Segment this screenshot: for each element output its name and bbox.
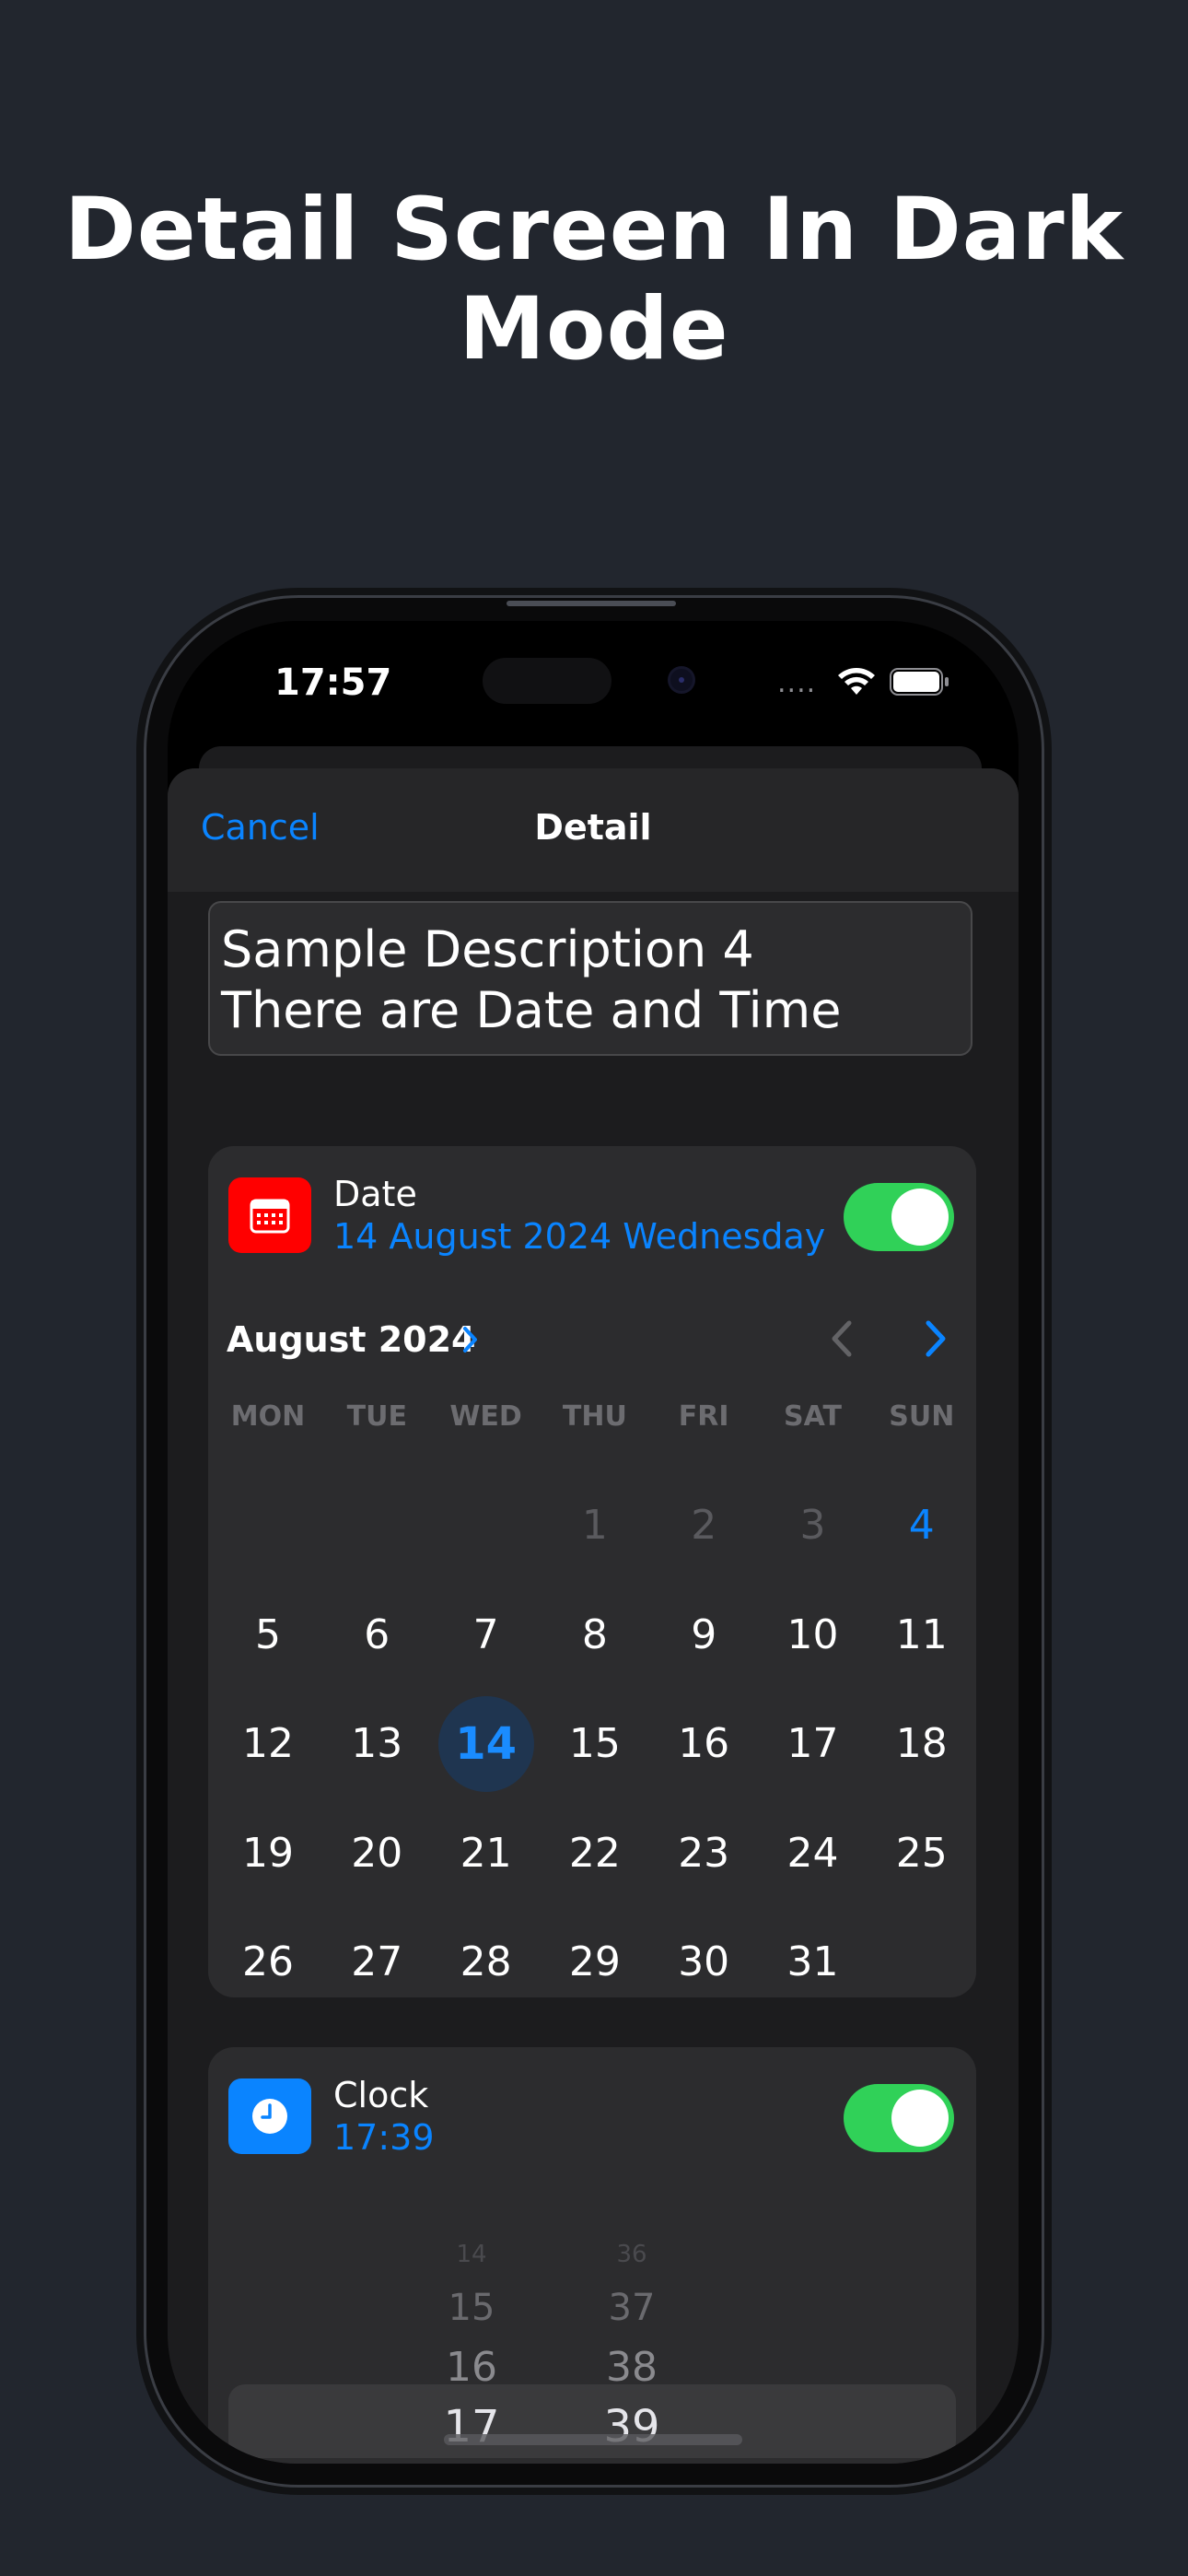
calendar-day-18[interactable]: 18 <box>874 1696 970 1792</box>
date-toggle[interactable] <box>844 1183 954 1251</box>
headline-line-2: Mode <box>459 279 729 380</box>
calendar-day-31[interactable]: 31 <box>765 1914 861 2010</box>
calendar-day-11[interactable]: 11 <box>874 1587 970 1683</box>
weekday-label: SUN <box>889 1400 955 1433</box>
signal-icon: .... <box>777 667 817 699</box>
calendar-day-27[interactable]: 27 <box>329 1914 425 2010</box>
calendar-day-30[interactable]: 30 <box>656 1914 751 2010</box>
calendar-day-5[interactable]: 5 <box>220 1587 316 1683</box>
hour-option[interactable]: 16 <box>416 2344 527 2391</box>
weekday-header: MON TUE WED THU FRI SAT SUN <box>208 1400 976 1437</box>
calendar-day-3[interactable]: 3 <box>765 1478 861 1574</box>
description-line-2: There are Date and Time <box>221 981 842 1039</box>
calendar-day-17[interactable]: 17 <box>765 1696 861 1792</box>
calendar-day-14[interactable]: 14 <box>437 1696 534 1792</box>
date-toggle-knob <box>891 1188 949 1246</box>
clock-row-title: Clock <box>333 2075 429 2115</box>
hour-option[interactable]: 15 <box>416 2287 527 2329</box>
calendar-day-29[interactable]: 29 <box>547 1914 643 2010</box>
calendar-day-15[interactable]: 15 <box>547 1696 643 1792</box>
hour-option[interactable]: 14 <box>416 2241 527 2268</box>
weekday-label: WED <box>449 1400 522 1433</box>
clock-card: Clock 17:39 14 15 16 17 36 37 38 39 <box>208 2047 976 2464</box>
chevron-right-icon[interactable] <box>460 1323 481 1356</box>
detail-sheet: Cancel Detail Sample Description 4 There… <box>168 768 1019 2464</box>
clock-toggle[interactable] <box>844 2084 954 2152</box>
date-row-value: 14 August 2024 Wednesday <box>333 1216 826 1257</box>
calendar-day-28[interactable]: 28 <box>438 1914 534 2010</box>
calendar-day-10[interactable]: 10 <box>765 1587 861 1683</box>
next-month-chevron-icon[interactable] <box>917 1317 954 1360</box>
dynamic-island <box>483 658 611 704</box>
navigation-bar: Cancel Detail <box>168 768 1019 892</box>
status-time: 17:57 <box>274 662 392 704</box>
camera-icon <box>670 669 693 691</box>
weekday-label: THU <box>562 1400 627 1433</box>
weekday-label: SAT <box>784 1400 842 1433</box>
calendar-icon <box>228 1177 311 1253</box>
clock-icon <box>228 2078 311 2154</box>
description-textarea[interactable]: Sample Description 4 There are Date and … <box>208 901 973 1056</box>
previous-month-chevron-icon[interactable] <box>823 1317 860 1360</box>
calendar-day-4[interactable]: 4 <box>874 1478 970 1574</box>
calendar-day-13[interactable]: 13 <box>329 1696 425 1792</box>
calendar-day-23[interactable]: 23 <box>656 1806 751 1902</box>
wifi-icon <box>838 668 875 695</box>
nav-title: Detail <box>534 807 652 848</box>
calendar-day-1[interactable]: 1 <box>547 1478 643 1574</box>
calendar-day-6[interactable]: 6 <box>329 1587 425 1683</box>
weekday-label: TUE <box>346 1400 407 1433</box>
clock-toggle-knob <box>891 2090 949 2147</box>
minute-option[interactable]: 38 <box>577 2344 687 2391</box>
calendar-day-19[interactable]: 19 <box>220 1806 316 1902</box>
battery-icon <box>890 668 949 696</box>
description-line-1: Sample Description 4 <box>221 920 754 978</box>
calendar-day-24[interactable]: 24 <box>765 1806 861 1902</box>
phone-screen: 17:57 .... Cancel Detail Sample Descript… <box>168 621 1019 2464</box>
calendar-day-12[interactable]: 12 <box>220 1696 316 1792</box>
calendar-day-8[interactable]: 8 <box>547 1587 643 1683</box>
weekday-label: FRI <box>678 1400 729 1433</box>
calendar-day-21[interactable]: 21 <box>438 1806 534 1902</box>
calendar-day-25[interactable]: 25 <box>874 1806 970 1902</box>
minute-option[interactable]: 37 <box>577 2287 687 2329</box>
calendar-day-16[interactable]: 16 <box>656 1696 751 1792</box>
month-year-button[interactable]: August 2024 <box>227 1319 476 1360</box>
date-card: Date 14 August 2024 Wednesday August 202… <box>208 1146 976 1997</box>
minute-option[interactable]: 36 <box>577 2241 687 2268</box>
home-indicator <box>444 2434 742 2445</box>
phone-speaker-accent <box>507 601 676 606</box>
calendar-day-9[interactable]: 9 <box>656 1587 751 1683</box>
weekday-label: MON <box>230 1400 306 1433</box>
calendar-day-22[interactable]: 22 <box>547 1806 643 1902</box>
calendar-day-2[interactable]: 2 <box>656 1478 751 1574</box>
calendar-day-7[interactable]: 7 <box>438 1587 534 1683</box>
clock-row-value: 17:39 <box>333 2117 435 2158</box>
calendar-day-20[interactable]: 20 <box>329 1806 425 1902</box>
page-headline: Detail Screen In Dark Mode <box>0 181 1188 380</box>
date-row-title: Date <box>333 1174 417 1214</box>
calendar-day-26[interactable]: 26 <box>220 1914 316 2010</box>
headline-line-1: Detail Screen In Dark <box>64 180 1124 280</box>
